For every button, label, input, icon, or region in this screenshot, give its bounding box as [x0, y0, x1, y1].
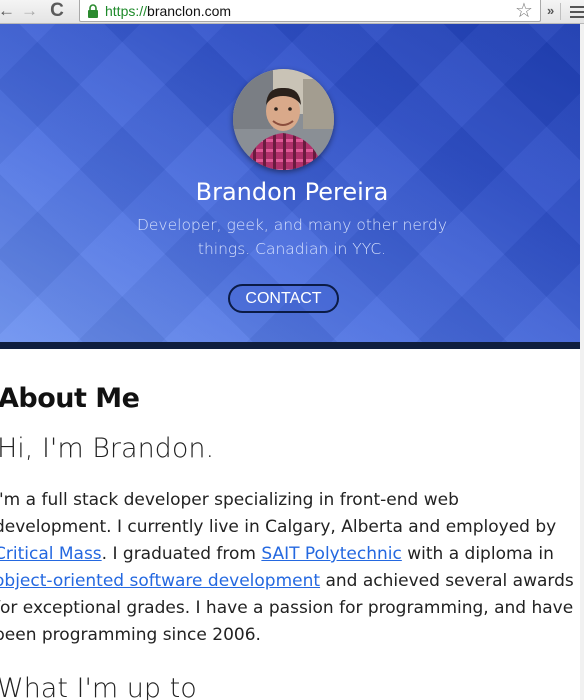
lock-icon [88, 4, 98, 18]
bio-paragraph: I'm a full stack developer specializing … [0, 487, 574, 649]
star-icon[interactable]: ☆ [515, 0, 533, 22]
profile-tagline: Developer, geek, and many other nerdy th… [136, 216, 448, 258]
forward-arrow-icon[interactable]: → [21, 1, 38, 21]
critical-mass-link[interactable]: Critical Mass [0, 544, 102, 564]
what-im-up-to-heading: What I'm up to [0, 673, 197, 700]
back-arrow-icon[interactable]: ← [0, 1, 15, 21]
greeting-heading: Hi, I'm Brandon. [0, 433, 215, 464]
bio-text-1: I'm a full stack developer specializing … [0, 490, 557, 537]
url-scheme: https:// [105, 3, 148, 19]
avatar [233, 69, 334, 170]
reload-icon[interactable]: C [49, 1, 65, 21]
browser-toolbar: ← → C https://branclon.com ☆ » [0, 0, 584, 24]
sait-polytechnic-link[interactable]: SAIT Polytechnic [261, 544, 401, 564]
hero-divider [0, 342, 584, 349]
url-host: branclon.com [147, 3, 232, 19]
bio-text-3: with a diploma in [401, 544, 554, 564]
about-heading: About Me [0, 383, 140, 414]
scrollbar-track[interactable] [580, 24, 584, 700]
oo-software-development-link[interactable]: object-oriented software development [0, 571, 320, 591]
bio-text-2: . I graduated from [101, 544, 262, 564]
menu-icon[interactable] [570, 6, 584, 18]
url-text[interactable]: https://branclon.com [105, 3, 231, 19]
extensions-chevron-icon[interactable]: » [547, 2, 554, 20]
toolbar-divider [560, 3, 561, 20]
profile-name: Brandon Pereira [195, 178, 389, 206]
contact-button[interactable]: CONTACT [228, 284, 339, 313]
address-bar[interactable]: https://branclon.com ☆ [79, 0, 541, 22]
